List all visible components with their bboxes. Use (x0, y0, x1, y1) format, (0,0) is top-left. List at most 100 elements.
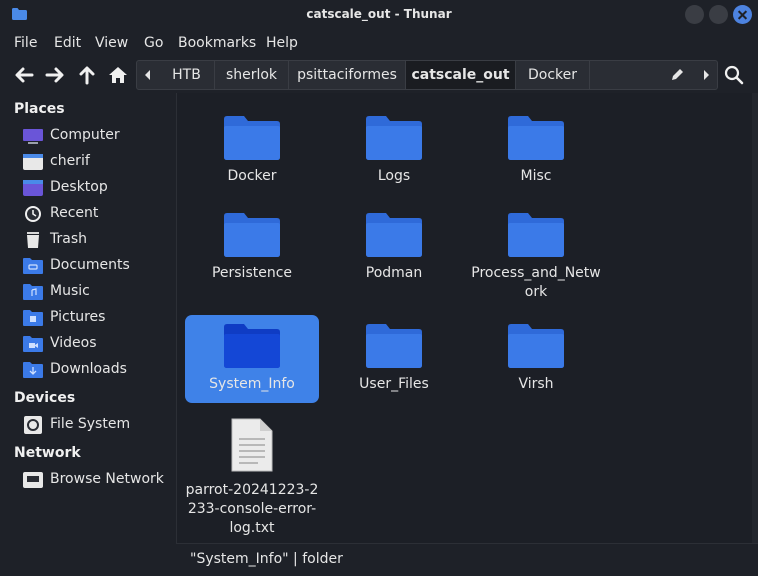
sidebar-item-trash[interactable]: Trash (22, 229, 172, 251)
vertical-scrollbar[interactable] (752, 93, 758, 543)
status-bar: "System_Info" | folder (176, 543, 758, 576)
sidebar-item-computer[interactable]: Computer (22, 125, 172, 147)
sidebar-item-label: Recent (50, 205, 99, 221)
folder-item-docker[interactable]: Docker (185, 107, 319, 195)
toolbar: HTB sherlok psittaciformes catscale_out … (0, 57, 758, 93)
title-bar: catscale_out - Thunar (0, 0, 758, 30)
videos-folder-icon (23, 336, 43, 352)
pencil-icon[interactable] (666, 61, 688, 89)
sidebar-item-label: Downloads (50, 361, 127, 377)
sidebar-item-label: Videos (50, 335, 97, 351)
menu-view[interactable]: View (95, 35, 128, 51)
sidebar-item-label: File System (50, 416, 131, 432)
path-button-catscale-out[interactable]: catscale_out (406, 61, 516, 89)
file-name-line: parrot-20241223-2 (185, 482, 319, 498)
computer-icon (23, 129, 43, 144)
downloads-folder-icon (23, 362, 43, 378)
file-name: Podman (365, 265, 423, 281)
menu-go[interactable]: Go (144, 35, 163, 51)
file-name-line: ork (524, 284, 548, 300)
folder-item-logs[interactable]: Logs (327, 107, 461, 195)
sidebar-item-browse-network[interactable]: Browse Network (22, 469, 172, 491)
forward-arrow-icon[interactable] (45, 65, 65, 85)
chevron-left-icon[interactable] (137, 61, 159, 89)
file-name: Persistence (211, 265, 293, 281)
sidebar-item-documents[interactable]: Documents (22, 255, 172, 277)
folder-item-system-info[interactable]: System_Info (185, 315, 319, 403)
menu-bar: File Edit View Go Bookmarks Help (0, 30, 758, 57)
file-name-line: 233-console-error- (187, 501, 317, 517)
folder-icon (224, 324, 280, 368)
sidebar-item-label: Computer (50, 127, 120, 143)
folder-icon (366, 116, 422, 160)
sidebar-item-desktop[interactable]: Desktop (22, 177, 172, 199)
menu-file[interactable]: File (14, 35, 37, 51)
pictures-folder-icon (23, 310, 43, 326)
sidebar-item-label: Music (50, 283, 90, 299)
folder-item-virsh[interactable]: Virsh (469, 315, 603, 403)
folder-icon (366, 213, 422, 257)
trash-icon (27, 232, 39, 248)
file-name-line: log.txt (229, 520, 275, 536)
file-name: Virsh (518, 376, 554, 392)
back-arrow-icon[interactable] (14, 65, 34, 85)
folder-icon (508, 324, 564, 368)
file-name: Misc (520, 168, 552, 184)
sidebar-item-recent[interactable]: Recent (22, 203, 172, 225)
text-file-icon (231, 418, 273, 472)
sidebar-item-file-system[interactable]: File System (22, 414, 172, 436)
file-name: User_Files (359, 376, 429, 392)
file-view[interactable]: Docker Logs Misc Persistence Podman Proc… (176, 93, 752, 543)
folder-item-user-files[interactable]: User_Files (327, 315, 461, 403)
folder-icon (366, 324, 422, 368)
file-name: parrot-20241223-2 233-console-error- log… (185, 481, 319, 538)
file-name: System_Info (209, 376, 295, 392)
network-heading: Network (14, 445, 81, 461)
search-icon[interactable] (724, 65, 744, 85)
sidebar-item-music[interactable]: Music (22, 281, 172, 303)
sidebar-item-videos[interactable]: Videos (22, 333, 172, 355)
minimize-button[interactable] (685, 5, 704, 24)
folder-item-misc[interactable]: Misc (469, 107, 603, 195)
documents-folder-icon (23, 258, 43, 274)
folder-icon (224, 213, 280, 257)
folder-item-podman[interactable]: Podman (327, 204, 461, 292)
network-icon (23, 472, 43, 488)
recent-icon (25, 206, 41, 222)
status-text: "System_Info" | folder (190, 551, 343, 567)
sidebar-item-label: Documents (50, 257, 130, 273)
close-button[interactable] (733, 5, 752, 24)
file-item-console-error-log[interactable]: parrot-20241223-2 233-console-error- log… (185, 413, 319, 543)
chevron-right-icon[interactable] (695, 61, 717, 89)
up-arrow-icon[interactable] (77, 65, 97, 85)
path-button-docker[interactable]: Docker (516, 61, 590, 89)
sidebar-item-label: Pictures (50, 309, 106, 325)
devices-heading: Devices (14, 390, 76, 406)
home-folder-icon (23, 154, 43, 170)
sidebar-item-cherif[interactable]: cherif (22, 151, 172, 173)
path-button-psittaciformes[interactable]: psittaciformes (289, 61, 406, 89)
menu-help[interactable]: Help (266, 35, 298, 51)
window-title: catscale_out - Thunar (306, 7, 452, 21)
path-bar: HTB sherlok psittaciformes catscale_out … (136, 60, 718, 90)
music-folder-icon (23, 284, 43, 300)
menu-edit[interactable]: Edit (54, 35, 81, 51)
home-icon[interactable] (108, 65, 128, 85)
path-button-htb[interactable]: HTB (159, 61, 215, 89)
folder-icon (508, 213, 564, 257)
drive-icon (24, 416, 42, 434)
folder-icon (224, 116, 280, 160)
file-name: Docker (227, 168, 277, 184)
places-heading: Places (14, 101, 65, 117)
menu-bookmarks[interactable]: Bookmarks (178, 35, 256, 51)
path-button-sherlok[interactable]: sherlok (215, 61, 289, 89)
file-name: Process_and_Netw ork (469, 264, 603, 302)
maximize-button[interactable] (709, 5, 728, 24)
sidebar-item-label: Desktop (50, 179, 108, 195)
sidebar-item-pictures[interactable]: Pictures (22, 307, 172, 329)
sidebar-item-downloads[interactable]: Downloads (22, 359, 172, 381)
desktop-icon (23, 180, 43, 196)
sidebar-item-label: cherif (50, 153, 90, 169)
folder-item-process-and-network[interactable]: Process_and_Netw ork (469, 204, 603, 304)
folder-item-persistence[interactable]: Persistence (185, 204, 319, 292)
